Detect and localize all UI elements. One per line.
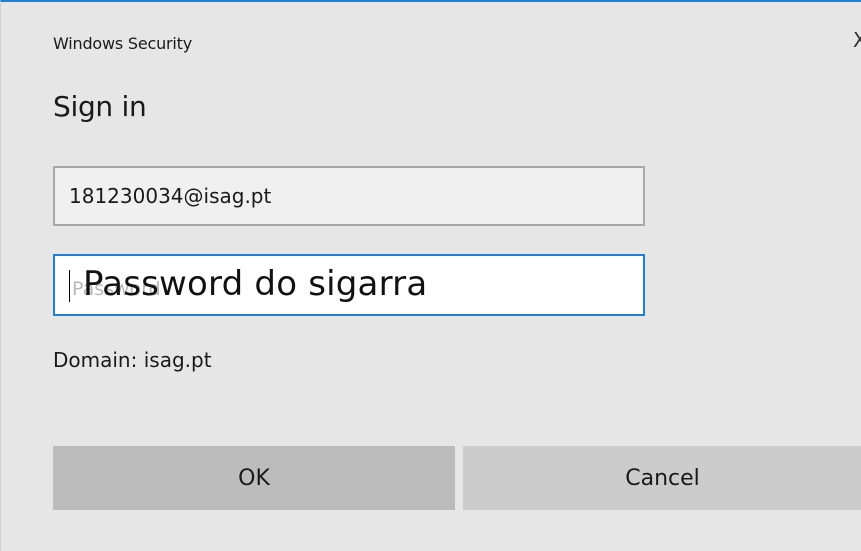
domain-value: isag.pt: [143, 348, 212, 372]
ok-button[interactable]: OK: [53, 446, 455, 510]
cancel-button[interactable]: Cancel: [463, 446, 861, 510]
password-annotation-text: Password do sigarra: [83, 264, 428, 304]
domain-label: Domain:: [53, 348, 138, 372]
username-field[interactable]: 181230034@isag.pt: [53, 166, 645, 226]
domain-info: Domain: isag.pt: [53, 348, 212, 372]
sign-in-heading: Sign in: [53, 90, 147, 123]
window-title: Windows Security: [53, 34, 193, 53]
close-icon[interactable]: X: [853, 28, 861, 52]
password-field[interactable]: Password Password do sigarra: [53, 254, 645, 316]
windows-security-dialog: Windows Security X Sign in 181230034@isa…: [0, 0, 861, 551]
text-caret: [69, 270, 70, 302]
